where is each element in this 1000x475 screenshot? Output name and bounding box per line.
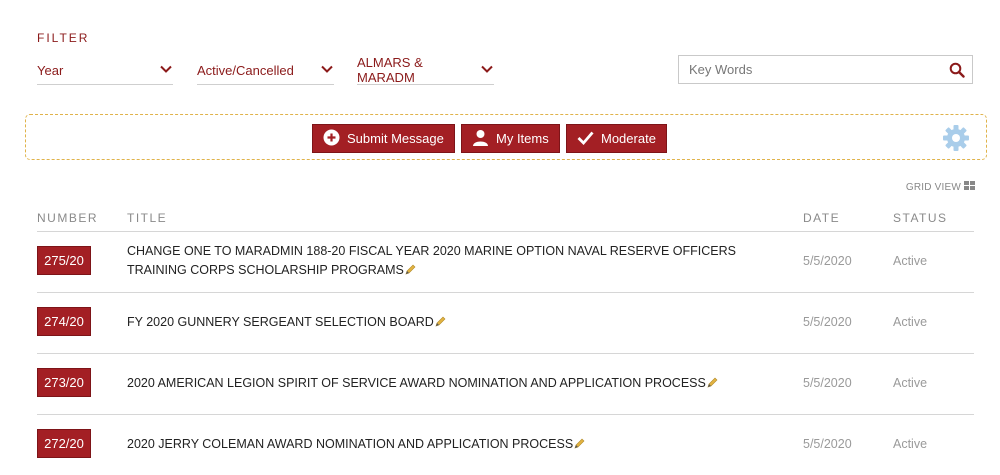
pencil-icon	[435, 314, 446, 333]
grid-view-label: GRID VIEW	[905, 181, 961, 193]
header-number: NUMBER	[37, 211, 99, 225]
grid-view-toggle[interactable]: GRID VIEW	[906, 181, 975, 193]
plus-circle-icon	[323, 129, 340, 149]
pencil-icon	[707, 375, 718, 394]
message-date: 5/5/2020	[803, 315, 852, 329]
message-title: FY 2020 GUNNERY SERGEANT SELECTION BOARD	[127, 315, 434, 329]
message-title: 2020 JERRY COLEMAN AWARD NOMINATION AND …	[127, 437, 574, 451]
message-status: Active	[893, 254, 928, 268]
header-status: STATUS	[893, 211, 948, 225]
status-dropdown-label: Active/Cancelled	[197, 62, 294, 78]
message-title-link[interactable]: 2020 JERRY COLEMAN AWARD NOMINATION AND …	[127, 435, 767, 455]
submit-message-label: Submit Message	[347, 131, 444, 146]
message-title-line1: CHANGE ONE TO MARADMIN 188-20 FISCAL YEA…	[127, 244, 736, 258]
message-number-badge[interactable]: 274/20	[37, 307, 91, 336]
message-title: 2020 AMERICAN LEGION SPIRIT OF SERVICE A…	[127, 376, 706, 390]
message-type-dropdown[interactable]: ALMARS & MARADM	[357, 55, 494, 85]
message-status: Active	[893, 437, 928, 451]
message-status: Active	[893, 315, 928, 329]
table-row: 275/20 CHANGE ONE TO MARADMIN 188-20 FIS…	[37, 232, 974, 293]
search-icon[interactable]	[942, 62, 972, 78]
message-number-badge[interactable]: 275/20	[37, 246, 91, 275]
message-title-line2: TRAINING CORPS SCHOLARSHIP PROGRAMS	[127, 263, 404, 277]
year-dropdown-label: Year	[37, 62, 64, 78]
message-date: 5/5/2020	[803, 254, 852, 268]
table-row: 274/20 FY 2020 GUNNERY SERGEANT SELECTIO…	[37, 293, 974, 354]
table-row: 272/20 2020 JERRY COLEMAN AWARD NOMINATI…	[37, 415, 974, 475]
chevron-down-icon	[480, 62, 494, 79]
moderate-label: Moderate	[601, 131, 656, 146]
chevron-down-icon	[320, 62, 334, 79]
gear-icon[interactable]	[942, 124, 970, 152]
message-number-badge[interactable]: 272/20	[37, 429, 91, 458]
chevron-down-icon	[159, 62, 173, 79]
submit-message-button[interactable]: Submit Message	[312, 124, 455, 153]
user-icon	[472, 129, 489, 149]
message-title-link[interactable]: 2020 AMERICAN LEGION SPIRIT OF SERVICE A…	[127, 374, 767, 394]
grid-icon	[964, 181, 975, 193]
message-title-link[interactable]: CHANGE ONE TO MARADMIN 188-20 FISCAL YEA…	[127, 242, 767, 281]
message-status: Active	[893, 376, 928, 390]
filter-heading: FILTER	[37, 31, 90, 45]
checkmark-icon	[577, 129, 594, 149]
message-date: 5/5/2020	[803, 437, 852, 451]
table-header: NUMBER TITLE DATE STATUS	[37, 211, 974, 232]
my-items-button[interactable]: My Items	[461, 124, 560, 153]
header-title: TITLE	[127, 211, 168, 225]
message-title-link[interactable]: FY 2020 GUNNERY SERGEANT SELECTION BOARD	[127, 313, 767, 333]
moderate-button[interactable]: Moderate	[566, 124, 667, 153]
message-number-badge[interactable]: 273/20	[37, 368, 91, 397]
table-row: 273/20 2020 AMERICAN LEGION SPIRIT OF SE…	[37, 354, 974, 415]
action-bar: Submit Message My Items Moderate	[25, 114, 987, 160]
message-date: 5/5/2020	[803, 376, 852, 390]
search-box	[678, 55, 973, 84]
keyword-search-input[interactable]	[679, 56, 942, 83]
pencil-icon	[405, 262, 416, 281]
header-date: DATE	[803, 211, 841, 225]
pencil-icon	[574, 436, 585, 455]
my-items-label: My Items	[496, 131, 549, 146]
status-dropdown[interactable]: Active/Cancelled	[197, 56, 334, 85]
message-type-dropdown-label: ALMARS & MARADM	[357, 55, 423, 85]
year-dropdown[interactable]: Year	[37, 56, 173, 85]
